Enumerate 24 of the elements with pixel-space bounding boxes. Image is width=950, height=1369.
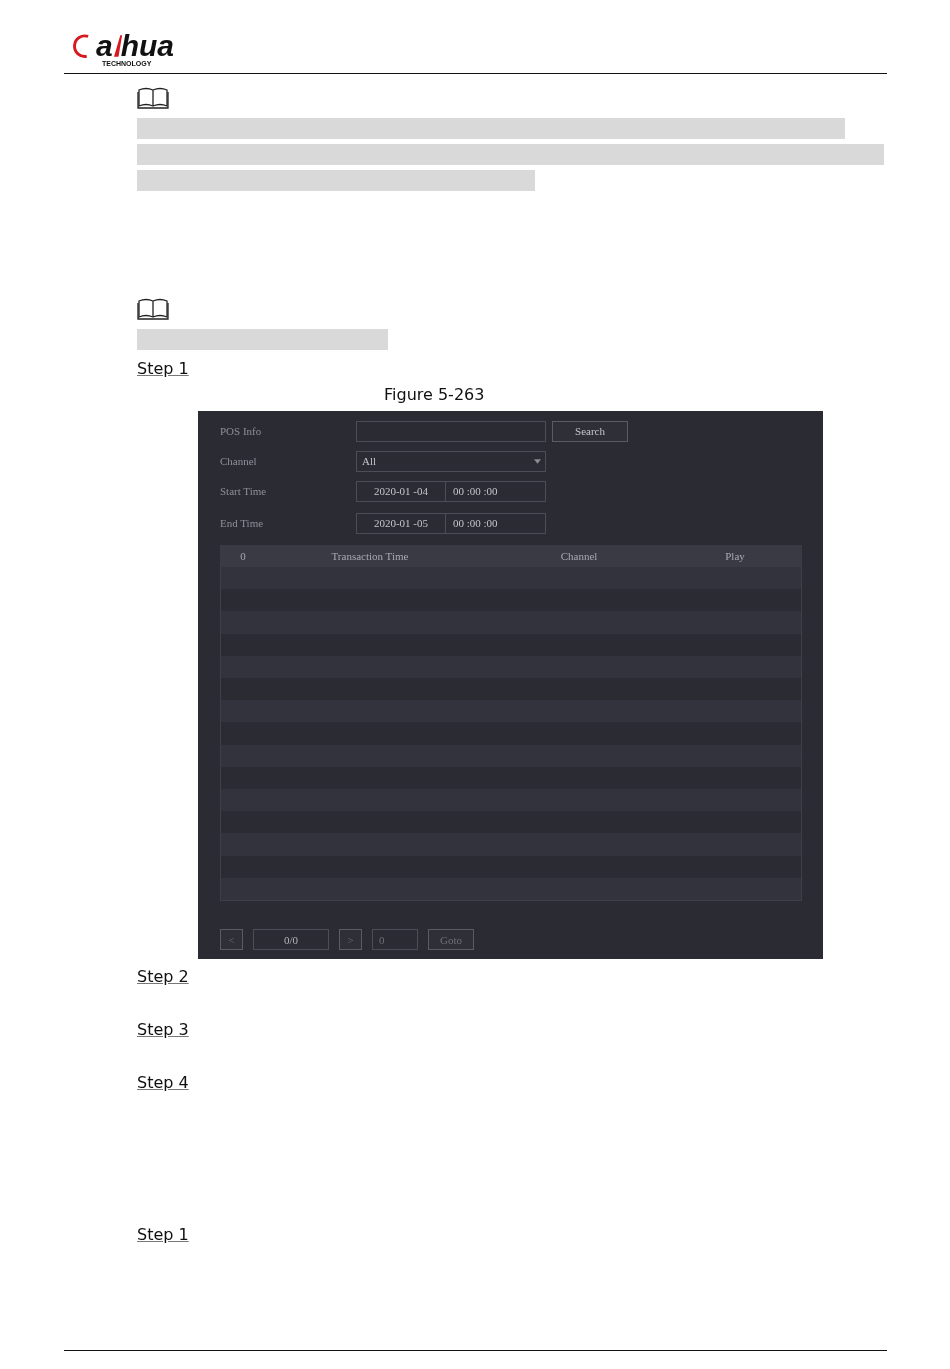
field-label: Start Time bbox=[220, 485, 268, 497]
book-icon bbox=[137, 87, 169, 109]
logo-text: hua bbox=[120, 31, 175, 61]
column-header: Channel bbox=[559, 550, 599, 562]
step-label: Step 2 bbox=[137, 968, 189, 986]
caret-icon bbox=[534, 458, 541, 464]
column-header: 0 bbox=[239, 550, 247, 562]
field-label: POS Info bbox=[220, 425, 263, 437]
column-header: Play bbox=[724, 550, 746, 562]
logo-text: a bbox=[96, 31, 113, 61]
pos-info-field[interactable] bbox=[356, 420, 546, 442]
field-label: Channel bbox=[220, 455, 258, 467]
search-button[interactable]: Search bbox=[552, 420, 628, 442]
step-label: Step 3 bbox=[137, 1021, 189, 1039]
figure-caption: Figure 5-263 bbox=[384, 385, 486, 405]
column-header: Transaction Time bbox=[330, 550, 410, 562]
field-label: End Time bbox=[220, 517, 265, 529]
step-label: Step 1 bbox=[137, 360, 189, 378]
page-count-field: 0/0 bbox=[253, 929, 329, 950]
channel-dropdown[interactable]: All bbox=[356, 450, 546, 472]
book-icon bbox=[137, 298, 169, 320]
step-label: Step 4 bbox=[137, 1074, 189, 1092]
logo-slash-icon bbox=[113, 34, 123, 58]
step-label: Step 1 bbox=[137, 1226, 189, 1244]
